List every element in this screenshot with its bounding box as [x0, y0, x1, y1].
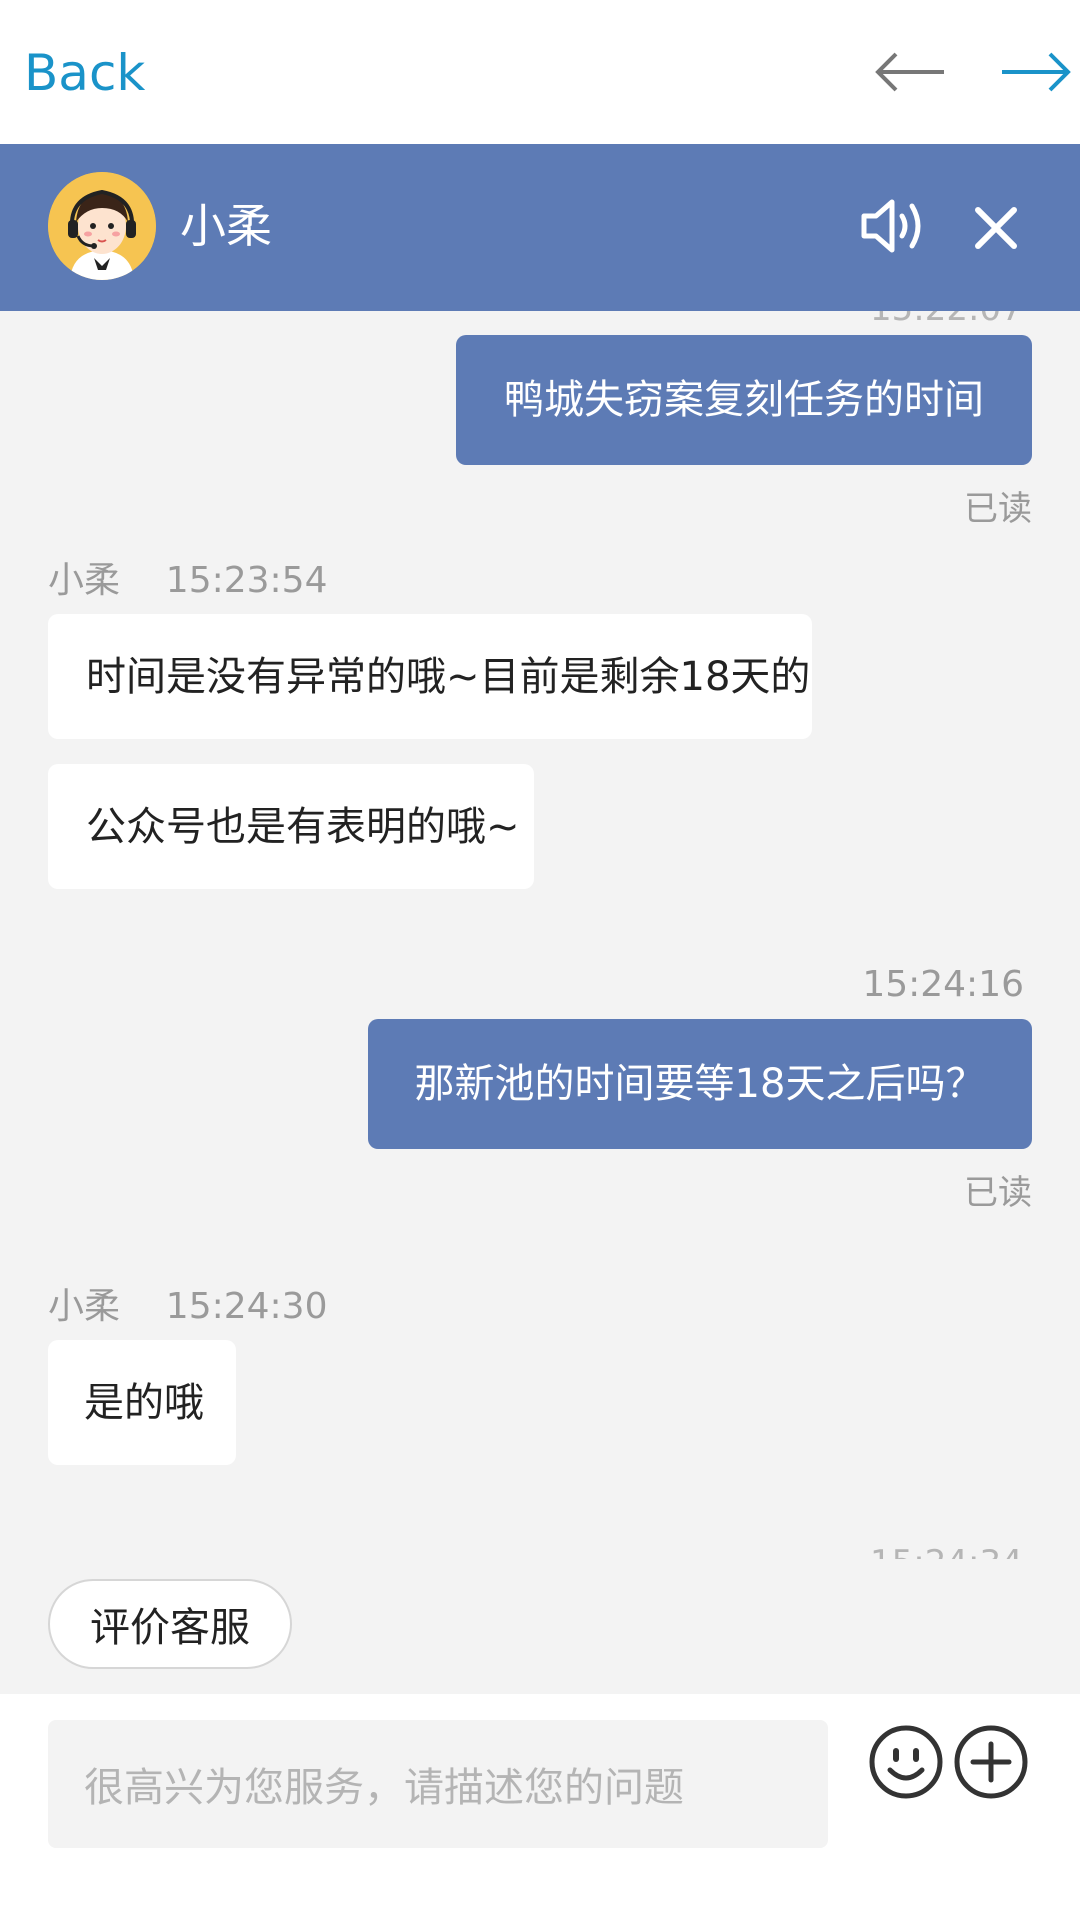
agent-name: 小柔 — [180, 199, 272, 253]
message-incoming: 公众号也是有表明的哦~ — [48, 764, 534, 889]
message-outgoing: 鸭城失窃案复刻任务的时间 — [456, 335, 1032, 465]
message-sender: 小柔 15:24:30 — [48, 1285, 327, 1329]
speaker-icon[interactable] — [858, 192, 930, 260]
timestamp-partial: 15:22:07 — [870, 311, 1023, 329]
message-outgoing: 那新池的时间要等18天之后吗？ — [368, 1019, 1032, 1149]
timestamp-partial: 15:24:34 — [870, 1543, 1023, 1559]
read-status: 已读 — [964, 1173, 1032, 1213]
back-link[interactable]: Back — [24, 42, 145, 104]
message-incoming: 时间是没有异常的哦~目前是剩余18天的 — [48, 614, 812, 739]
message-input[interactable]: 很高兴为您服务，请描述您的问题 — [48, 1720, 828, 1848]
rate-service-button[interactable]: 评价客服 — [48, 1579, 292, 1669]
message-sender: 小柔 15:23:54 — [48, 559, 327, 603]
arrow-left-icon[interactable] — [870, 40, 950, 104]
read-status: 已读 — [964, 489, 1032, 529]
sender-name: 小柔 — [48, 1286, 121, 1327]
arrow-right-icon[interactable] — [996, 40, 1076, 104]
close-icon[interactable] — [968, 200, 1024, 256]
agent-avatar-icon — [48, 172, 156, 280]
sender-name: 小柔 — [48, 560, 121, 601]
chat-header: 小柔 — [0, 144, 1080, 311]
emoji-icon[interactable] — [868, 1724, 944, 1800]
agent-avatar — [48, 172, 156, 280]
browser-topbar: Back — [0, 0, 1080, 144]
message-incoming: 是的哦 — [48, 1340, 236, 1465]
message-time: 15:24:16 — [862, 964, 1024, 1005]
chat-area[interactable]: 15:22:07 鸭城失窃案复刻任务的时间 已读 小柔 15:23:54 时间是… — [0, 311, 1080, 1694]
input-bar: 很高兴为您服务，请描述您的问题 — [0, 1694, 1080, 1920]
message-time: 15:24:30 — [165, 1286, 328, 1327]
plus-icon[interactable] — [953, 1724, 1029, 1800]
message-time: 15:23:54 — [165, 560, 328, 601]
